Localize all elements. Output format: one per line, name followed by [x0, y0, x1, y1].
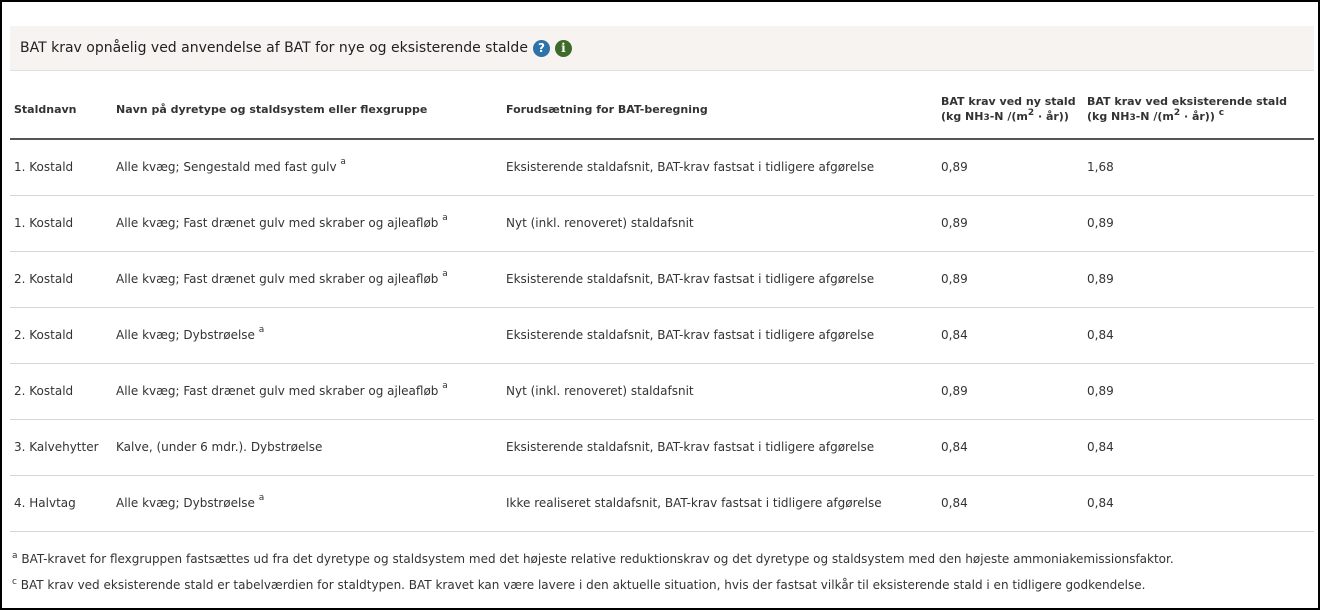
cell-eksisterende-stald: 1,68 — [1087, 160, 1114, 175]
table-row: 2. Kostald Alle kvæg; Fast drænet gulv me… — [10, 251, 1314, 307]
table-row: 3. Kalvehytter Kalve, (under 6 mdr.). Dyb… — [10, 419, 1314, 475]
footnote-mark: a — [442, 213, 448, 223]
table-row: 2. Kostald Alle kvæg; Dybstrøelse a Eksist… — [10, 307, 1314, 363]
cell-navn: Alle kvæg; Sengestald med fast gulv a — [116, 157, 346, 175]
cell-navn: Kalve, (under 6 mdr.). Dybstrøelse — [116, 440, 323, 454]
cell-ny-stald: 0,84 — [941, 328, 968, 342]
col-header-eks-unit: (kg NH3-N /(m2 · år)) c — [1087, 108, 1225, 123]
col-header-ny-line1: BAT krav ved ny stald — [941, 95, 1076, 108]
cell-ny-stald: 0,89 — [941, 216, 968, 230]
table-row: 1. Kostald Alle kvæg; Fast drænet gulv me… — [10, 195, 1314, 251]
question-mark-icon[interactable]: ? — [532, 39, 550, 57]
footnote-c: c BAT krav ved eksisterende stald er tab… — [12, 577, 1146, 592]
cell-forudsaetning: Eksisterende staldafsnit, BAT-krav fasts… — [506, 160, 875, 175]
cell-forudsaetning: Nyt (inkl. renoveret) staldafsnit — [506, 216, 694, 230]
footnote-mark: a — [340, 157, 346, 168]
cell-navn: Alle kvæg; Fast drænet gulv med skraber … — [116, 213, 448, 230]
col-header-eks-line1: BAT krav ved eksisterende stald — [1087, 95, 1287, 108]
panel-header: BAT krav opnåelig ved anvendelse af BAT … — [10, 26, 1314, 71]
cell-navn: Alle kvæg; Fast drænet gulv med skraber … — [116, 381, 448, 398]
cell-staldnavn: 1. Kostald — [14, 160, 74, 175]
cell-forudsaetning: Eksisterende staldafsnit, BAT-krav fasts… — [506, 440, 875, 454]
table-row: 1. Kostald Alle kvæg; Sengestald med fast… — [10, 139, 1314, 195]
cell-forudsaetning: Eksisterende staldafsnit, BAT-krav fasts… — [506, 272, 875, 286]
cell-staldnavn: 4. Halvtag — [14, 496, 76, 510]
cell-eksisterende-stald: 0,89 — [1087, 272, 1114, 286]
cell-staldnavn: 1. Kostald — [14, 216, 74, 230]
cell-ny-stald: 0,89 — [941, 272, 968, 286]
footnote-mark: a — [258, 325, 265, 335]
cell-eksisterende-stald: 0,89 — [1087, 216, 1114, 230]
cell-eksisterende-stald: 0,84 — [1087, 440, 1114, 454]
col-header-eksisterende-stald: BAT krav ved eksisterende stald (kg NH3-… — [1087, 70, 1314, 140]
cell-forudsaetning: Nyt (inkl. renoveret) staldafsnit — [506, 384, 694, 398]
footnote-mark: a — [442, 269, 448, 279]
table-row: 2. Kostald Alle kvæg; Fast drænet gulv me… — [10, 363, 1314, 419]
cell-ny-stald: 0,89 — [941, 160, 968, 175]
info-icon[interactable]: i — [554, 39, 572, 57]
cell-navn: Alle kvæg; Dybstrøelse a — [116, 493, 265, 510]
cell-eksisterende-stald: 0,84 — [1087, 328, 1114, 342]
cell-eksisterende-stald: 0,89 — [1087, 384, 1114, 398]
footnotes: a BAT-kravet for flexgruppen fastsættes … — [12, 546, 1312, 598]
footnote-mark: a — [442, 381, 448, 391]
cell-ny-stald: 0,89 — [941, 384, 968, 398]
table-body: 1. Kostald Alle kvæg; Sengestald med fast… — [10, 139, 1314, 531]
bat-panel: BAT krav opnåelig ved anvendelse af BAT … — [0, 0, 1320, 610]
bat-table: Staldnavn Navn på dyretype og staldsyste… — [10, 70, 1314, 532]
cell-forudsaetning: Ikke realiseret staldafsnit, BAT-krav fa… — [506, 496, 882, 510]
col-header-forudsaetning: Forudsætning for BAT-beregning — [506, 70, 941, 140]
footnote-a: a BAT-kravet for flexgruppen fastsættes … — [12, 551, 1174, 566]
cell-ny-stald: 0,84 — [941, 440, 968, 454]
cell-eksisterende-stald: 0,84 — [1087, 496, 1114, 510]
cell-staldnavn: 3. Kalvehytter — [14, 440, 99, 454]
table-row: 4. Halvtag Alle kvæg; Dybstrøelse a Ikke r… — [10, 475, 1314, 531]
col-header-ny-stald: BAT krav ved ny stald (kg NH3-N /(m2 · å… — [941, 70, 1087, 140]
col-header-staldnavn: Staldnavn — [10, 70, 116, 140]
col-header-navn: Navn på dyretype og staldsystem eller fl… — [116, 70, 506, 140]
cell-navn: Alle kvæg; Fast drænet gulv med skraber … — [116, 269, 448, 286]
cell-navn: Alle kvæg; Dybstrøelse a — [116, 325, 265, 342]
panel-title: BAT krav opnåelig ved anvendelse af BAT … — [20, 40, 528, 56]
col-header-ny-unit: (kg NH3-N /(m2 · år)) — [941, 108, 1069, 123]
table-header-row: Staldnavn Navn på dyretype og staldsyste… — [10, 70, 1314, 140]
cell-forudsaetning: Eksisterende staldafsnit, BAT-krav fasts… — [506, 328, 875, 342]
cell-staldnavn: 2. Kostald — [14, 272, 74, 286]
cell-ny-stald: 0,84 — [941, 496, 968, 510]
cell-staldnavn: 2. Kostald — [14, 328, 74, 342]
cell-staldnavn: 2. Kostald — [14, 384, 74, 398]
footnote-mark: a — [258, 493, 265, 503]
